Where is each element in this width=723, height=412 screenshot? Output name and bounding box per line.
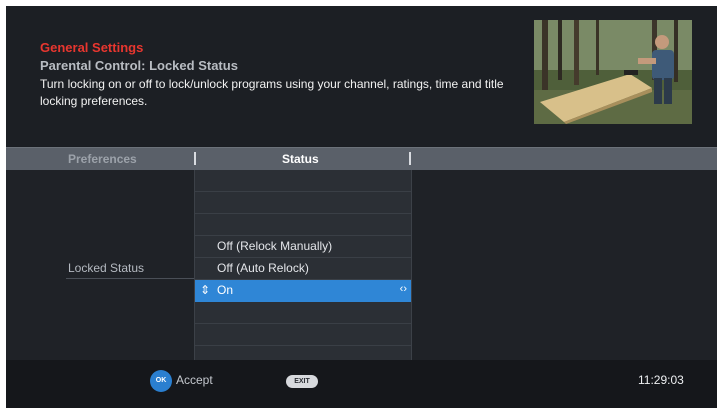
status-options-list: Off (Relock Manually) Off (Auto Relock) … — [194, 170, 412, 368]
status-column-header: Status — [282, 152, 319, 166]
column-separator — [194, 152, 196, 165]
list-row-empty — [195, 324, 411, 346]
footer-bar: OK Accept EXIT 11:29:03 — [6, 360, 717, 408]
live-tv-preview — [534, 20, 692, 124]
video-thumbnail — [534, 20, 692, 124]
option-off-relock-manually[interactable]: Off (Relock Manually) — [195, 236, 411, 258]
tv-settings-screen: General Settings Parental Control: Locke… — [6, 6, 717, 408]
page-subtitle: Parental Control: Locked Status — [40, 58, 238, 73]
option-on-selected[interactable]: ⇕ On ‹› — [195, 280, 411, 302]
preferences-column-header: Preferences — [68, 152, 137, 166]
option-label: On — [217, 283, 234, 297]
option-label: Off (Relock Manually) — [217, 239, 333, 253]
ok-button-icon[interactable]: OK — [150, 370, 172, 392]
list-row-empty — [195, 170, 411, 192]
page-description: Turn locking on or off to lock/unlock pr… — [40, 77, 504, 108]
list-row-empty — [195, 192, 411, 214]
option-label: Off (Auto Relock) — [217, 261, 309, 275]
column-header-bar: Preferences Status — [6, 147, 717, 171]
up-down-arrows-icon: ⇕ — [200, 283, 211, 297]
column-separator — [409, 152, 411, 165]
header: General Settings Parental Control: Locke… — [6, 6, 717, 146]
option-off-auto-relock[interactable]: Off (Auto Relock) — [195, 258, 411, 280]
page-title: General Settings — [40, 40, 144, 55]
preference-locked-status[interactable]: Locked Status — [68, 261, 144, 275]
list-row-empty — [195, 214, 411, 236]
list-row-empty — [195, 302, 411, 324]
exit-button-icon[interactable]: EXIT — [286, 375, 318, 388]
preference-connector-line — [66, 278, 194, 279]
clock: 11:29:03 — [638, 373, 684, 387]
left-right-arrows-icon: ‹› — [399, 283, 407, 295]
accept-hint-label: Accept — [176, 373, 213, 387]
